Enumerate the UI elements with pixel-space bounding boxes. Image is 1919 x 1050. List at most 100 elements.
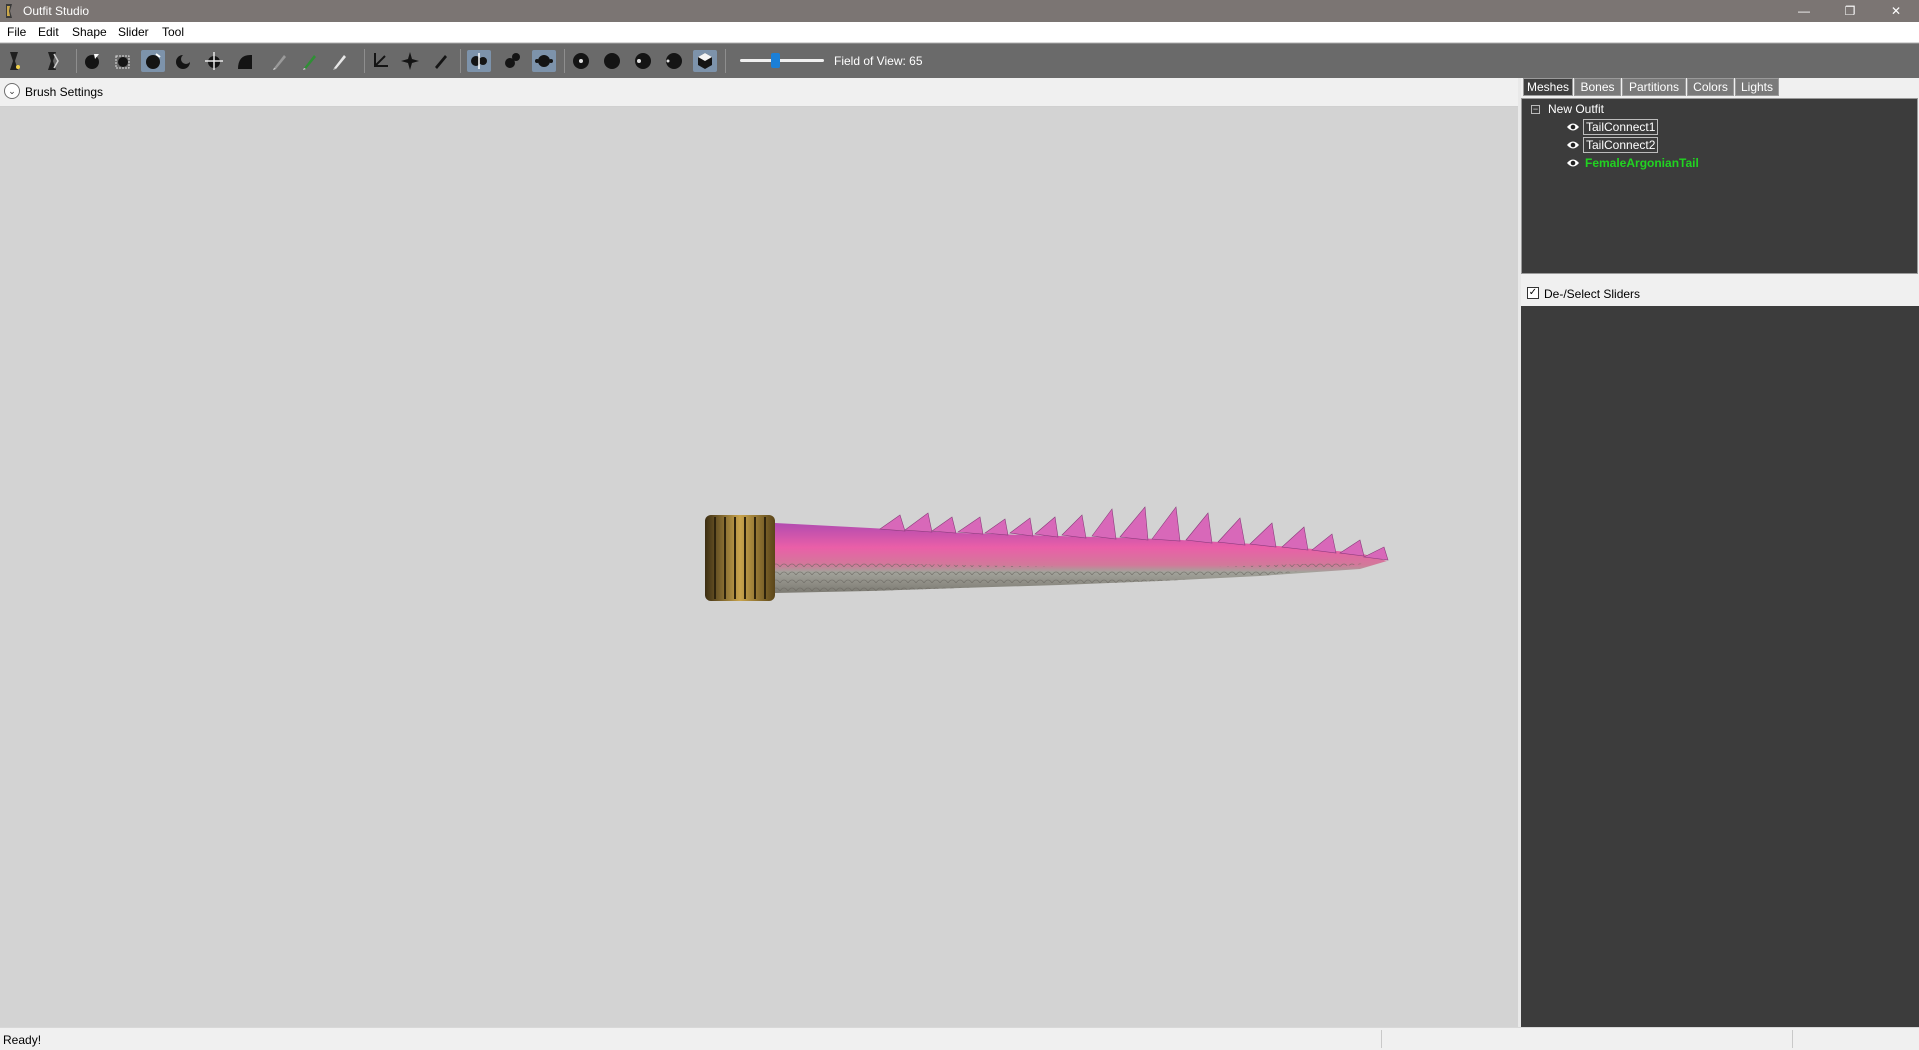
mask-brush-icon — [115, 55, 130, 69]
alpha-brush-icon — [333, 55, 346, 70]
tab-lights[interactable]: Lights — [1735, 78, 1779, 96]
viewport-3d[interactable]: ⌄ Brush Settings — [0, 78, 1518, 1027]
view-mode-button[interactable] — [693, 50, 717, 72]
global-brush-button[interactable] — [532, 50, 556, 72]
mask-brush-button[interactable] — [111, 50, 135, 72]
app-icon — [6, 4, 12, 18]
window-title: Outfit Studio — [23, 4, 90, 18]
reference-tool-button[interactable] — [4, 50, 28, 72]
inflate-brush-icon — [146, 53, 161, 69]
brush-size-1-button[interactable] — [569, 50, 593, 72]
menu-slider[interactable]: Slider — [118, 25, 149, 39]
mesh-label-active: FemaleArgonianTail — [1585, 156, 1699, 170]
toolbar-separator — [564, 49, 565, 73]
toolbar — [0, 43, 1919, 78]
fov-slider-track[interactable] — [740, 59, 824, 62]
menu-shape[interactable]: Shape — [72, 25, 107, 39]
visibility-eye-icon[interactable] — [1566, 122, 1580, 132]
field-of-view-label: Field of View: 65 — [834, 54, 923, 68]
alpha-brush-button[interactable] — [328, 50, 352, 72]
select-sliders-label[interactable]: De-/Select Sliders — [1544, 287, 1640, 301]
outfit-tool-icon — [48, 52, 59, 70]
x-mirror-icon — [471, 53, 487, 69]
tree-root-outfit[interactable]: New Outfit — [1548, 102, 1604, 116]
sliders-list — [1521, 306, 1919, 1027]
menu-bar: File Edit Shape Slider Tool — [0, 22, 1919, 43]
visibility-eye-icon[interactable] — [1566, 158, 1580, 168]
global-brush-icon — [535, 55, 553, 67]
toolbar-separator — [76, 49, 77, 73]
inflate-brush-button[interactable] — [141, 50, 165, 72]
toolbar-separator — [725, 49, 726, 73]
close-button[interactable]: ✕ — [1873, 0, 1919, 22]
toolbar-separator — [460, 49, 461, 73]
mesh-item-tailconnect2[interactable]: TailConnect2 — [1566, 137, 1659, 153]
brush-size-2-icon — [604, 53, 620, 69]
brush-settings-bar: ⌄ Brush Settings — [0, 78, 1518, 107]
menu-tool[interactable]: Tool — [162, 25, 184, 39]
tab-bones[interactable]: Bones — [1574, 78, 1621, 96]
chevron-down-icon: ⌄ — [8, 85, 16, 96]
mesh-item-tailconnect1[interactable]: TailConnect1 — [1566, 119, 1659, 135]
maximize-button[interactable]: ❐ — [1827, 0, 1873, 22]
tree-collapse-toggle[interactable]: − — [1531, 105, 1540, 114]
tab-partitions[interactable]: Partitions — [1622, 78, 1686, 96]
view-mode-icon — [698, 53, 712, 69]
status-divider — [1381, 1030, 1382, 1048]
deflate-brush-icon — [176, 54, 191, 69]
tail-mesh-model[interactable] — [700, 503, 1400, 613]
weight-brush-button[interactable] — [268, 50, 292, 72]
status-divider — [1792, 1030, 1793, 1048]
menu-edit[interactable]: Edit — [38, 25, 59, 39]
brush-size-3-icon — [635, 53, 651, 69]
toolbar-separator — [364, 49, 365, 73]
select-brush-button[interactable] — [80, 50, 104, 72]
brush-size-4-icon — [666, 53, 682, 69]
brush-size-4-button[interactable] — [662, 50, 686, 72]
pivot-button[interactable] — [398, 50, 422, 72]
reference-tool-icon — [10, 52, 20, 70]
vertex-edit-button[interactable] — [428, 50, 452, 72]
mesh-label: TailConnect1 — [1583, 119, 1659, 135]
transform-button[interactable] — [368, 50, 392, 72]
restore-icon: ❐ — [1844, 4, 1856, 18]
brush-settings-expand-button[interactable]: ⌄ — [4, 83, 20, 99]
connected-only-button[interactable] — [500, 50, 524, 72]
connected-only-icon — [505, 53, 520, 68]
brush-settings-label: Brush Settings — [25, 85, 104, 99]
visibility-eye-icon[interactable] — [1566, 140, 1580, 150]
fov-slider-thumb[interactable] — [771, 53, 780, 68]
status-text: Ready! — [3, 1033, 42, 1047]
weight-brush-icon — [273, 55, 286, 70]
brush-size-3-button[interactable] — [631, 50, 655, 72]
smooth-brush-icon — [238, 54, 252, 69]
pivot-icon — [401, 52, 419, 70]
title-bar: Outfit Studio — ❐ ✕ — [0, 0, 1919, 22]
color-brush-button[interactable] — [298, 50, 322, 72]
menu-file[interactable]: File — [7, 25, 26, 39]
color-brush-icon — [303, 55, 316, 70]
outfit-tool-button[interactable] — [42, 50, 66, 72]
x-mirror-button[interactable] — [467, 50, 491, 72]
minimize-button[interactable]: — — [1781, 0, 1827, 22]
brush-size-1-icon — [573, 53, 589, 69]
deflate-brush-button[interactable] — [171, 50, 195, 72]
sliders-header: ✓ De-/Select Sliders — [1521, 280, 1919, 306]
brush-size-2-button[interactable] — [600, 50, 624, 72]
panel-tabs: Meshes Bones Partitions Colors Lights — [1521, 78, 1919, 98]
mesh-item-femaleargoniantail[interactable]: FemaleArgonianTail — [1566, 155, 1701, 171]
smooth-brush-button[interactable] — [233, 50, 257, 72]
select-sliders-checkbox[interactable]: ✓ — [1527, 287, 1539, 299]
right-panel: Meshes Bones Partitions Colors Lights − … — [1521, 78, 1919, 1027]
move-brush-button[interactable] — [202, 50, 226, 72]
move-brush-icon — [205, 52, 223, 70]
mesh-label: TailConnect2 — [1583, 137, 1659, 153]
select-brush-icon — [85, 54, 99, 69]
vertex-edit-icon — [435, 55, 447, 69]
mesh-tree: − New Outfit TailConnect1 TailConnect2 F… — [1521, 98, 1918, 274]
tab-meshes[interactable]: Meshes — [1523, 78, 1573, 96]
tab-colors[interactable]: Colors — [1687, 78, 1734, 96]
transform-icon — [374, 53, 388, 67]
status-bar: Ready! — [0, 1027, 1919, 1050]
close-icon: ✕ — [1890, 4, 1902, 18]
